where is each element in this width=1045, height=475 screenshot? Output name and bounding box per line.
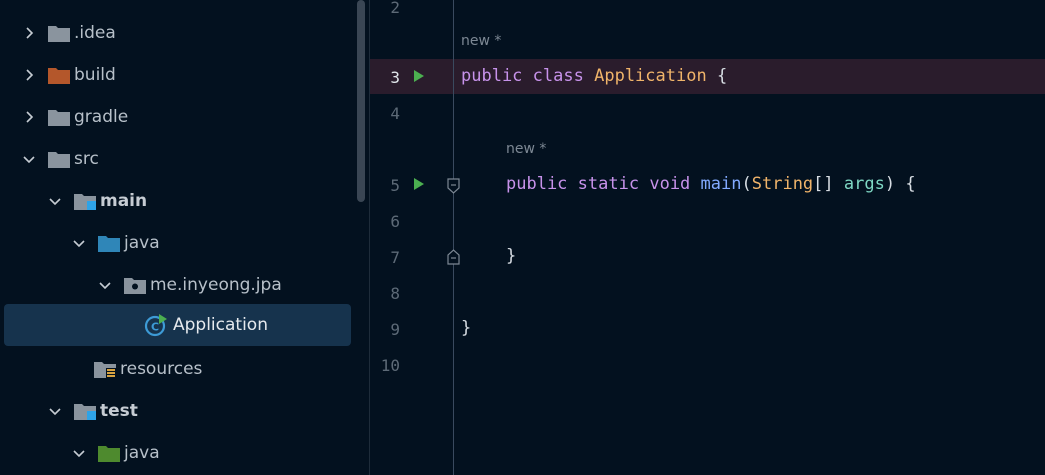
tree-item-package[interactable]: me.inyeong.jpa: [0, 264, 351, 306]
class-name: Application: [594, 66, 707, 86]
chevron-right-icon[interactable]: [22, 68, 36, 82]
chevron-down-icon[interactable]: [98, 278, 112, 292]
code-vision-hint[interactable]: new *: [461, 33, 501, 49]
tree-item-label: test: [100, 401, 138, 421]
line-number-active: 3: [390, 68, 400, 87]
keyword: static: [577, 174, 640, 194]
line-number: 5: [390, 176, 400, 195]
brace: {: [716, 66, 728, 86]
type-name: String: [751, 174, 814, 194]
method-name: main: [700, 174, 742, 194]
line-number: 7: [390, 248, 400, 267]
paren: ): [884, 174, 896, 194]
chevron-right-icon[interactable]: [22, 26, 36, 40]
run-icon[interactable]: [413, 177, 425, 191]
line-number: 9: [390, 320, 400, 339]
tree-item-label: Application: [173, 315, 268, 335]
line-number: 2: [390, 0, 400, 17]
keyword: void: [649, 174, 691, 194]
tree-item-java-test[interactable]: java: [0, 432, 351, 474]
code-line-3: public class Application {: [461, 66, 727, 86]
chevron-down-icon[interactable]: [72, 236, 86, 250]
keyword: public: [506, 174, 568, 194]
chevron-down-icon[interactable]: [48, 404, 62, 418]
tree-item-java-main[interactable]: java: [0, 222, 351, 264]
brace: {: [905, 174, 916, 194]
tree-scrollbar[interactable]: [357, 0, 365, 202]
fold-end-icon[interactable]: [447, 249, 460, 265]
module-folder-icon: [74, 402, 96, 420]
project-tree: .idea build gradle src main java me.inye…: [0, 0, 370, 475]
chevron-down-icon[interactable]: [48, 194, 62, 208]
code-line-7: }: [506, 246, 517, 266]
line-number: 10: [380, 356, 400, 375]
module-folder-icon: [74, 192, 96, 210]
tree-item-idea[interactable]: .idea: [0, 12, 351, 54]
keyword: class: [532, 66, 584, 86]
tree-item-label: .idea: [74, 23, 116, 43]
run-icon[interactable]: [413, 69, 425, 83]
gutter-separator: [453, 0, 454, 475]
line-number: 6: [390, 212, 400, 231]
folder-icon: [48, 108, 70, 126]
parameter: args: [843, 174, 885, 194]
tree-item-label: resources: [120, 359, 203, 379]
code-line-5: public static void main(String[] args) {: [506, 174, 916, 194]
excluded-folder-icon: [48, 66, 70, 84]
tree-item-src[interactable]: src: [0, 138, 351, 180]
tree-item-label: java: [124, 233, 160, 253]
tree-item-application[interactable]: C Application: [4, 304, 351, 346]
tree-item-test[interactable]: test: [0, 390, 351, 432]
java-class-icon: C: [144, 313, 168, 337]
code-line-9: }: [461, 318, 472, 338]
folder-icon: [48, 150, 70, 168]
tree-item-label: main: [100, 191, 148, 211]
chevron-right-icon[interactable]: [22, 110, 36, 124]
array-brackets: []: [813, 174, 834, 194]
tree-item-build[interactable]: build: [0, 54, 351, 96]
line-number: 8: [390, 284, 400, 303]
folder-icon: [48, 24, 70, 42]
tree-item-label: gradle: [74, 107, 129, 127]
code-editor[interactable]: 2 3 4 5 6 7 8 9 10 new * new * public cl…: [370, 0, 1045, 475]
chevron-down-icon[interactable]: [72, 446, 86, 460]
line-number: 4: [390, 104, 400, 123]
resources-folder-icon: [94, 360, 116, 378]
test-source-folder-icon: [98, 444, 120, 462]
tree-item-label: me.inyeong.jpa: [150, 275, 282, 295]
tree-item-main[interactable]: main: [0, 180, 351, 222]
paren: (: [741, 174, 752, 194]
chevron-down-icon[interactable]: [22, 152, 36, 166]
tree-item-label: src: [74, 149, 99, 169]
svg-text:C: C: [151, 321, 159, 334]
package-icon: [124, 276, 146, 294]
tree-item-label: java: [124, 443, 160, 463]
tree-item-resources[interactable]: resources: [0, 348, 351, 390]
tree-item-label: build: [74, 65, 116, 85]
keyword: public: [461, 66, 523, 86]
fold-icon[interactable]: [447, 178, 460, 194]
code-vision-hint[interactable]: new *: [506, 141, 546, 157]
source-folder-icon: [98, 234, 120, 252]
tree-item-gradle[interactable]: gradle: [0, 96, 351, 138]
